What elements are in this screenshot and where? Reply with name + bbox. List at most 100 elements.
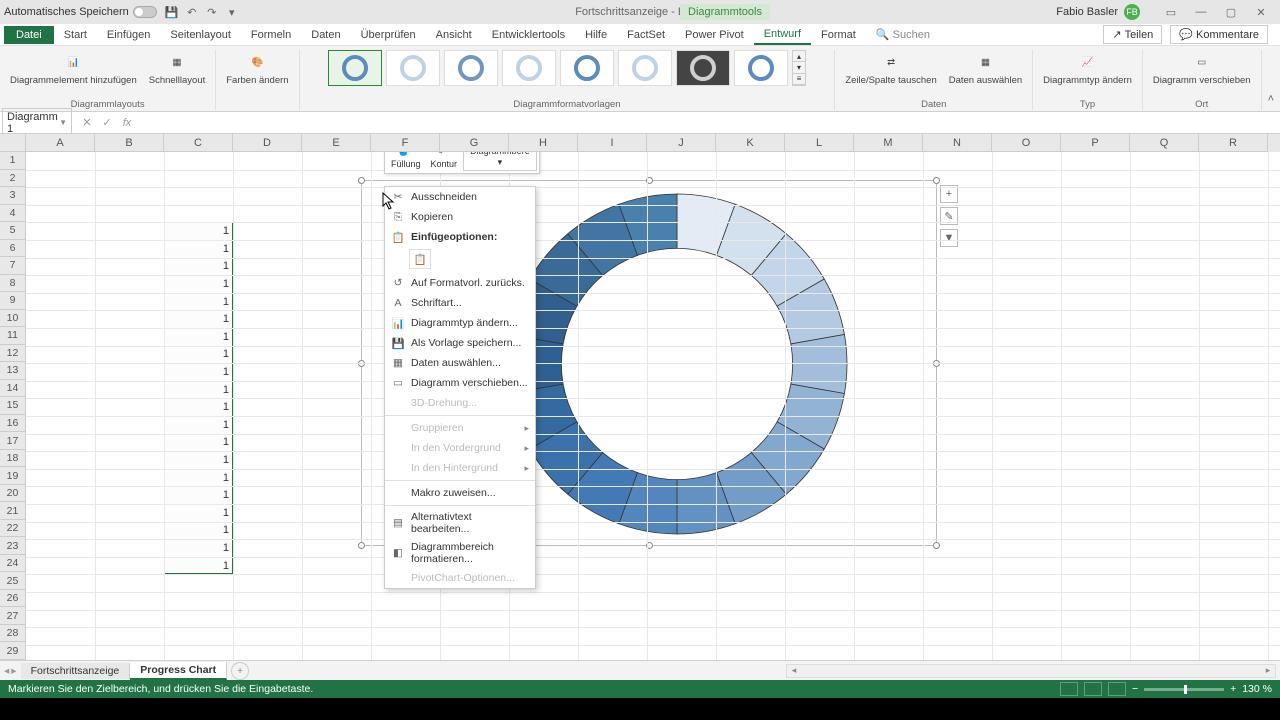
- add-chart-element-button[interactable]: 📊Diagrammelement hinzufügen: [6, 50, 141, 88]
- tab-developer[interactable]: Entwicklertools: [482, 26, 575, 44]
- row-header[interactable]: 20: [0, 485, 26, 503]
- ctx-move-chart[interactable]: ▭Diagramm verschieben...: [385, 373, 535, 393]
- row-header[interactable]: 8: [0, 275, 26, 293]
- cell[interactable]: 1: [164, 486, 233, 504]
- user-avatar[interactable]: FB: [1124, 4, 1140, 20]
- cell[interactable]: 1: [164, 557, 233, 575]
- tab-format[interactable]: Format: [811, 26, 866, 44]
- change-colors-button[interactable]: 🎨Farben ändern: [222, 50, 292, 88]
- tab-help[interactable]: Hilfe: [575, 26, 617, 44]
- sheet-tab-2[interactable]: Progress Chart: [130, 662, 227, 680]
- tab-review[interactable]: Überprüfen: [351, 26, 426, 44]
- cell[interactable]: 1: [164, 504, 233, 522]
- tab-file[interactable]: Datei: [4, 26, 54, 44]
- switch-row-col-button[interactable]: ⇄Zeile/Spalte tauschen: [841, 50, 940, 88]
- col-header[interactable]: E: [302, 134, 371, 152]
- view-pagelayout-button[interactable]: [1084, 682, 1102, 696]
- horizontal-scrollbar[interactable]: ◂▸: [786, 664, 1276, 678]
- resize-handle-se[interactable]: [933, 542, 940, 549]
- row-header[interactable]: 22: [0, 520, 26, 538]
- row-header[interactable]: 23: [0, 537, 26, 555]
- ctx-change-chart-type[interactable]: 📊Diagrammtyp ändern...: [385, 313, 535, 333]
- resize-handle-sw[interactable]: [358, 542, 365, 549]
- cell[interactable]: 1: [164, 293, 233, 311]
- comments-button[interactable]: 💬 Kommentare: [1170, 25, 1268, 44]
- cell[interactable]: 1: [164, 328, 233, 346]
- ribbon-options-icon[interactable]: ▭: [1156, 2, 1186, 22]
- row-header[interactable]: 10: [0, 310, 26, 328]
- ctx-format-chart-area[interactable]: ◧Diagrammbereich formatieren...: [385, 538, 535, 568]
- ctx-alt-text[interactable]: ▤Alternativtext bearbeiten...: [385, 508, 535, 538]
- sheet-nav-prev[interactable]: ◂: [4, 665, 9, 677]
- col-header[interactable]: Q: [1130, 134, 1199, 152]
- row-header[interactable]: 6: [0, 240, 26, 258]
- row-header[interactable]: 17: [0, 432, 26, 450]
- col-header[interactable]: I: [578, 134, 647, 152]
- view-normal-button[interactable]: [1060, 682, 1078, 696]
- fx-icon[interactable]: fx: [118, 114, 136, 132]
- confirm-formula-icon[interactable]: ✓: [98, 114, 116, 132]
- cell[interactable]: 1: [164, 416, 233, 434]
- col-header[interactable]: G: [440, 134, 509, 152]
- zoom-out-button[interactable]: −: [1132, 683, 1138, 695]
- col-header[interactable]: H: [509, 134, 578, 152]
- row-header[interactable]: 24: [0, 555, 26, 573]
- minimize-button[interactable]: —: [1186, 2, 1216, 22]
- cells-canvas[interactable]: + ✎ ▼ 🪣Füllung ✎Kontur Diagrammbere ▾ ✂A…: [26, 152, 1280, 660]
- col-header[interactable]: R: [1199, 134, 1268, 152]
- col-header[interactable]: P: [1061, 134, 1130, 152]
- cell[interactable]: 1: [164, 275, 233, 293]
- search-label[interactable]: 🔍 Suchen: [866, 25, 940, 44]
- ctx-select-data[interactable]: ▦Daten auswählen...: [385, 353, 535, 373]
- outline-button[interactable]: ✎Kontur: [427, 152, 462, 171]
- row-header[interactable]: 4: [0, 205, 26, 223]
- row-header[interactable]: 12: [0, 345, 26, 363]
- resize-handle-ne[interactable]: [933, 177, 940, 184]
- col-header[interactable]: O: [992, 134, 1061, 152]
- col-header[interactable]: B: [95, 134, 164, 152]
- collapse-ribbon-icon[interactable]: ˄: [1262, 91, 1280, 107]
- cell[interactable]: 1: [164, 346, 233, 364]
- tab-design[interactable]: Entwurf: [754, 25, 811, 45]
- col-header[interactable]: L: [785, 134, 854, 152]
- redo-icon[interactable]: ↷: [205, 5, 219, 19]
- style-gallery-scroll[interactable]: ▴▾≡: [792, 50, 806, 86]
- row-header[interactable]: 11: [0, 327, 26, 345]
- col-header[interactable]: J: [647, 134, 716, 152]
- zoom-in-button[interactable]: +: [1230, 683, 1236, 695]
- row-header[interactable]: 16: [0, 415, 26, 433]
- row-header[interactable]: 18: [0, 450, 26, 468]
- chart-area-dropdown[interactable]: Diagrammbere ▾: [463, 152, 537, 171]
- move-chart-button[interactable]: ▭Diagramm verschieben: [1149, 50, 1255, 88]
- cell[interactable]: 1: [164, 451, 233, 469]
- ctx-paste-default[interactable]: 📋: [409, 249, 431, 269]
- cell[interactable]: 1: [164, 381, 233, 399]
- undo-icon[interactable]: ↶: [185, 5, 199, 19]
- tab-insert[interactable]: Einfügen: [97, 26, 160, 44]
- row-header[interactable]: 9: [0, 292, 26, 310]
- cell[interactable]: 1: [164, 522, 233, 540]
- ctx-font[interactable]: ASchriftart...: [385, 293, 535, 313]
- quick-layout-button[interactable]: ▦Schnelllayout: [145, 50, 210, 88]
- cell[interactable]: 1: [164, 398, 233, 416]
- cell[interactable]: 1: [164, 539, 233, 557]
- name-box[interactable]: Diagramm 1▼: [2, 108, 72, 138]
- resize-handle-nw[interactable]: [358, 177, 365, 184]
- row-header[interactable]: 26: [0, 590, 26, 608]
- cell[interactable]: 1: [164, 363, 233, 381]
- ctx-cut[interactable]: ✂Ausschneiden: [385, 187, 535, 207]
- row-header[interactable]: 14: [0, 380, 26, 398]
- cell[interactable]: 1: [164, 240, 233, 258]
- cell[interactable]: 1: [164, 258, 233, 276]
- row-header[interactable]: 29: [0, 642, 26, 660]
- tab-powerpivot[interactable]: Power Pivot: [675, 26, 754, 44]
- zoom-slider[interactable]: [1144, 688, 1224, 691]
- save-icon[interactable]: 💾: [165, 5, 179, 19]
- row-header[interactable]: 1: [0, 152, 26, 170]
- sheet-tab-1[interactable]: Fortschrittsanzeige: [21, 663, 131, 679]
- tab-data[interactable]: Daten: [301, 26, 350, 44]
- add-sheet-button[interactable]: +: [231, 662, 249, 680]
- col-header[interactable]: A: [26, 134, 95, 152]
- col-header[interactable]: C: [164, 134, 233, 152]
- close-button[interactable]: ✕: [1246, 2, 1276, 22]
